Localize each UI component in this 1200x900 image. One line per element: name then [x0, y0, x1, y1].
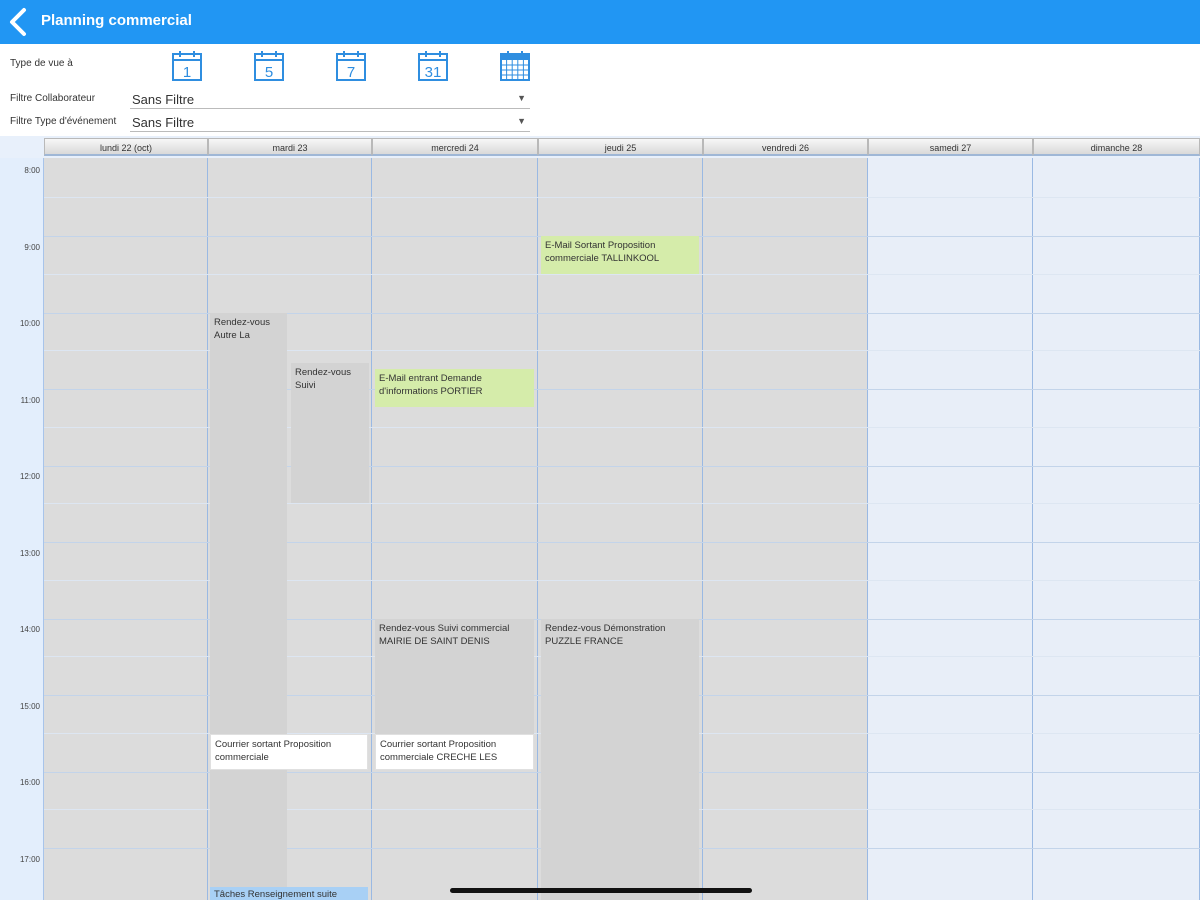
half-hour-gridline: [44, 274, 1200, 275]
day-column-sunday[interactable]: [1033, 158, 1200, 900]
svg-text:31: 31: [425, 64, 442, 81]
day-header-saturday[interactable]: samedi 27: [868, 138, 1033, 156]
hour-label: 15:00: [19, 702, 40, 711]
event-rendez-vous-autre[interactable]: Rendez-vous Autre La: [210, 313, 287, 900]
collab-filter-value: Sans Filtre: [132, 92, 195, 107]
collab-filter-select[interactable]: Sans Filtre ▼: [130, 90, 530, 109]
week-calendar: 8:00 9:00 10:00 11:00 12:00 13:00 14:00 …: [0, 136, 1200, 900]
event-type-filter-value: Sans Filtre: [132, 115, 195, 130]
event-courrier-sortant[interactable]: Courrier sortant Proposition commerciale: [210, 734, 368, 770]
hour-label: 17:00: [19, 855, 40, 864]
hour-label: 9:00: [24, 243, 40, 252]
hour-label: 8:00: [24, 166, 40, 175]
calendar-workweek-icon: 5: [254, 51, 284, 81]
view-day-button[interactable]: 1: [170, 49, 204, 83]
hour-label: 13:00: [19, 549, 40, 558]
calendar-month-icon: 31: [418, 51, 448, 81]
hour-label: 14:00: [19, 625, 40, 634]
day-header-sunday[interactable]: dimanche 28: [1033, 138, 1200, 156]
app-header: Planning commercial: [0, 0, 1200, 44]
view-type-label: Type de vue à: [10, 58, 73, 69]
view-grid-button[interactable]: [498, 49, 532, 83]
day-column-saturday[interactable]: [868, 158, 1033, 900]
hour-label: 11:00: [20, 396, 40, 405]
day-header-wednesday[interactable]: mercredi 24: [372, 138, 538, 156]
view-month-button[interactable]: 31: [416, 49, 450, 83]
day-column-wednesday[interactable]: [372, 158, 538, 900]
event-rendez-vous-suivi[interactable]: Rendez-vous Suivi: [291, 363, 369, 503]
calendar-day-icon: 1: [172, 51, 202, 81]
event-courrier-sortant-creche[interactable]: Courrier sortant Proposition commerciale…: [375, 734, 534, 770]
svg-text:5: 5: [265, 64, 273, 81]
event-type-filter-label: Filtre Type d'événement: [10, 116, 117, 127]
chevron-left-icon: [10, 8, 26, 36]
day-header-friday[interactable]: vendredi 26: [703, 138, 868, 156]
hour-label: 10:00: [19, 319, 40, 328]
view-workweek-button[interactable]: 5: [252, 49, 286, 83]
collab-filter-label: Filtre Collaborateur: [10, 93, 96, 104]
hour-label: 16:00: [19, 778, 40, 787]
half-hour-gridline: [44, 197, 1200, 198]
day-header-monday[interactable]: lundi 22 (oct): [44, 138, 208, 156]
event-taches-renseignement[interactable]: Tâches Renseignement suite: [210, 887, 368, 900]
calendar-week-icon: 7: [336, 51, 366, 81]
event-email-entrant[interactable]: E-Mail entrant Demande d'informations PO…: [375, 369, 534, 407]
dropdown-caret-icon: ▼: [517, 116, 526, 126]
dropdown-caret-icon: ▼: [517, 93, 526, 103]
calendar-grid-icon: [500, 51, 530, 81]
day-header-tuesday[interactable]: mardi 23: [208, 138, 372, 156]
back-button[interactable]: [4, 4, 34, 40]
event-email-sortant[interactable]: E-Mail Sortant Proposition commerciale T…: [541, 236, 699, 274]
day-header-thursday[interactable]: jeudi 25: [538, 138, 703, 156]
day-column-monday[interactable]: [44, 158, 208, 900]
svg-text:7: 7: [347, 64, 355, 81]
day-column-friday[interactable]: [703, 158, 868, 900]
event-rendez-vous-demonstration[interactable]: Rendez-vous Démonstration PUZZLE FRANCE: [541, 619, 699, 900]
event-type-filter-select[interactable]: Sans Filtre ▼: [130, 113, 530, 132]
hours-column: 8:00 9:00 10:00 11:00 12:00 13:00 14:00 …: [0, 158, 44, 900]
view-week-button[interactable]: 7: [334, 49, 368, 83]
hour-label: 12:00: [19, 472, 40, 481]
home-indicator: [450, 888, 752, 893]
svg-text:1: 1: [183, 64, 191, 81]
event-rendez-vous-suivi-commercial[interactable]: Rendez-vous Suivi commercial MAIRIE DE S…: [375, 619, 534, 735]
page-title: Planning commercial: [41, 12, 192, 29]
